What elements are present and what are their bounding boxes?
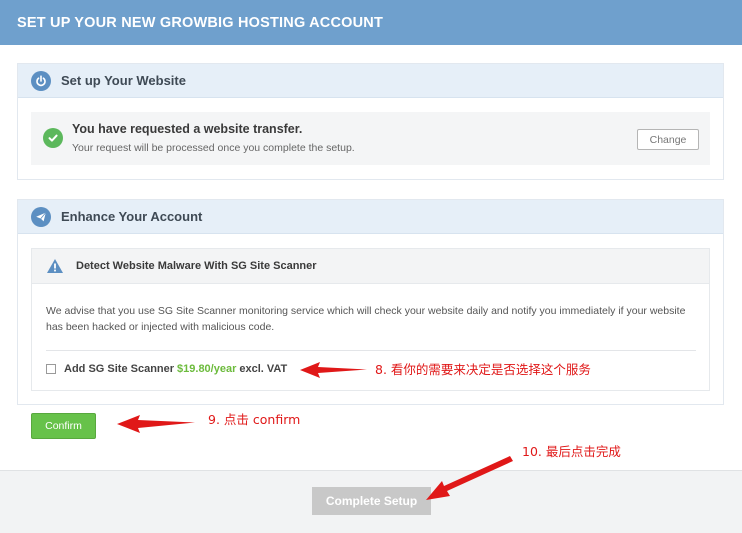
- site-scanner-box: Detect Website Malware With SG Site Scan…: [31, 248, 710, 391]
- annotation-step-9: 9. 点击 confirm: [208, 412, 301, 427]
- page-title: SET UP YOUR NEW GROWBIG HOSTING ACCOUNT: [17, 14, 384, 31]
- site-scanner-label: Add SG Site Scanner: [64, 363, 175, 375]
- setup-website-panel: Set up Your Website You have requested a…: [17, 63, 724, 180]
- page-header: SET UP YOUR NEW GROWBIG HOSTING ACCOUNT: [0, 0, 742, 45]
- divider: [46, 350, 696, 351]
- enhance-account-title: Enhance Your Account: [61, 209, 203, 224]
- enhance-account-header: Enhance Your Account: [18, 200, 723, 234]
- annotation-step-8: 8. 看你的需要来决定是否选择这个服务: [375, 362, 591, 377]
- warning-icon: [47, 259, 63, 273]
- setup-website-title: Set up Your Website: [61, 73, 186, 88]
- footer-bar: Complete Setup: [0, 470, 742, 533]
- site-scanner-checkbox[interactable]: [46, 364, 56, 374]
- main-content: Set up Your Website You have requested a…: [0, 45, 742, 470]
- annotation-step-10: 10. 最后点击完成: [522, 444, 621, 459]
- site-scanner-option: Add SG Site Scanner $19.80/year excl. VA…: [46, 363, 287, 375]
- price-suffix: excl. VAT: [239, 363, 288, 375]
- site-scanner-title: Detect Website Malware With SG Site Scan…: [76, 260, 317, 272]
- check-icon: [43, 128, 63, 148]
- paper-plane-icon: [31, 206, 51, 227]
- transfer-notice: You have requested a website transfer. Y…: [31, 112, 710, 165]
- change-button[interactable]: Change: [637, 129, 699, 150]
- site-scanner-header: Detect Website Malware With SG Site Scan…: [32, 249, 709, 284]
- enhance-account-panel: Enhance Your Account Detect Website Malw…: [17, 199, 724, 405]
- site-scanner-description: We advise that you use SG Site Scanner m…: [46, 305, 686, 333]
- setup-website-header: Set up Your Website: [18, 64, 723, 98]
- transfer-subtitle: Your request will be processed once you …: [72, 142, 355, 154]
- transfer-title: You have requested a website transfer.: [72, 122, 303, 136]
- site-scanner-price: $19.80/year: [177, 363, 237, 375]
- power-icon: [31, 70, 51, 91]
- confirm-button[interactable]: Confirm: [31, 413, 96, 439]
- complete-setup-button[interactable]: Complete Setup: [312, 487, 431, 515]
